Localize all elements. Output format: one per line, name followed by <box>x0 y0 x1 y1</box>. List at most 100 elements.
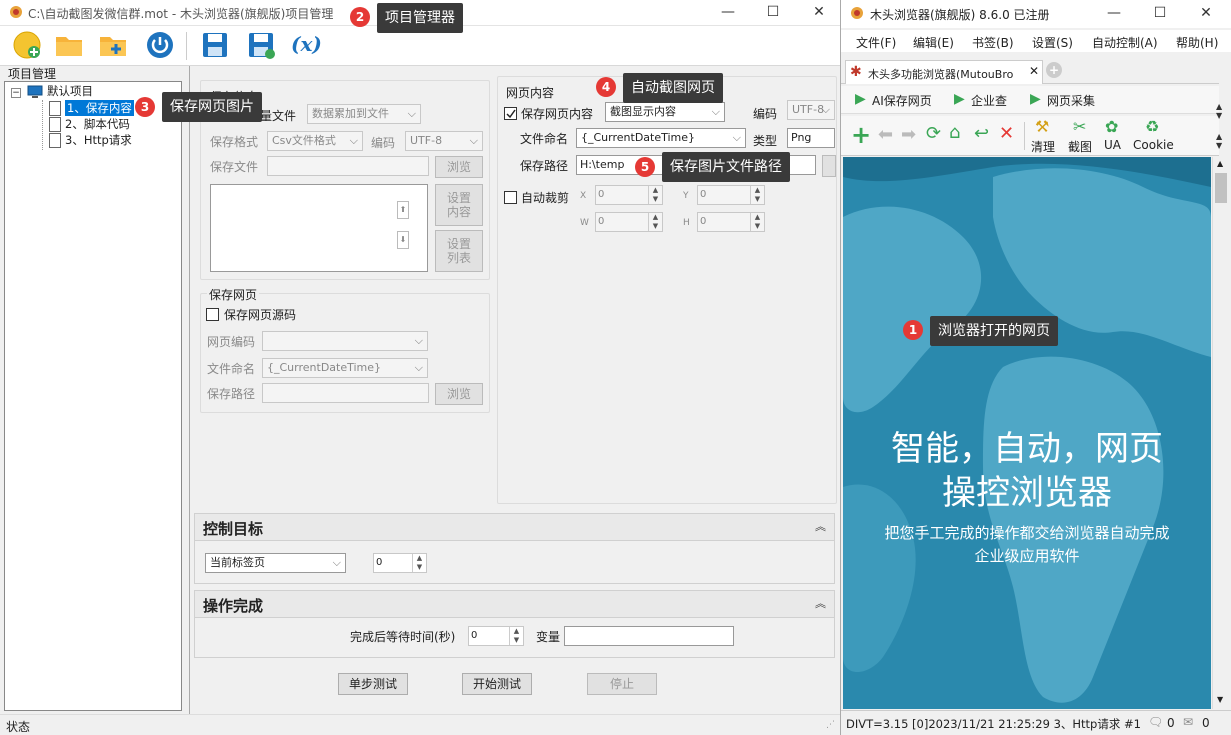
auto-crop-checkbox[interactable] <box>504 191 517 204</box>
scissors-icon[interactable]: ✂ <box>1073 117 1086 136</box>
browse-button[interactable]: 浏览 <box>435 156 483 178</box>
save-icon[interactable] <box>200 30 230 60</box>
set-content-button[interactable]: 设置内容 <box>435 184 483 226</box>
new-project-icon[interactable] <box>12 30 42 60</box>
save-as-icon[interactable] <box>246 30 276 60</box>
bar-scroll-icon[interactable]: ▲ ▼ <box>1216 102 1222 120</box>
new-tab-icon[interactable]: + <box>1046 62 1062 78</box>
operation-done-header[interactable]: 操作完成 ︽ <box>194 590 835 618</box>
tree-root[interactable]: 默认项目 <box>47 83 93 99</box>
set-columns-button[interactable]: 设置列表 <box>435 230 483 272</box>
scroll-thumb[interactable] <box>1215 173 1227 203</box>
resize-grip-icon[interactable]: ⋰ <box>826 720 835 730</box>
wait-time-input[interactable]: 0 ▲ ▼ <box>468 626 524 646</box>
format-select[interactable]: Csv文件格式 <box>267 131 363 151</box>
web-encoding-select[interactable]: UTF-8 <box>787 100 835 120</box>
ua-icon[interactable]: ✿ <box>1105 117 1118 136</box>
menu-settings[interactable]: 设置(S) <box>1032 34 1073 51</box>
encoding-select[interactable]: UTF-8 <box>405 131 483 151</box>
stop-button[interactable]: 停止 <box>587 673 657 695</box>
browser-tab[interactable]: ✱ 木头多功能浏览器(MutouBro ✕ <box>845 60 1043 84</box>
spin-arrows-icon[interactable]: ▲ ▼ <box>509 627 523 645</box>
tab-close-icon[interactable]: ✕ <box>1029 64 1039 78</box>
web-content-legend: 网页内容 <box>504 84 557 101</box>
maximize-button[interactable]: ☐ <box>758 2 788 22</box>
minimize-button[interactable]: — <box>713 2 743 22</box>
menu-file[interactable]: 文件(F) <box>856 34 896 51</box>
project-tree[interactable]: − 默认项目 1、保存内容 2、脚本代码 3、Http请求 <box>4 81 182 711</box>
scroll-down-arrow-icon[interactable]: ▼ <box>1217 695 1223 704</box>
bookmark-scrape[interactable]: 网页采集 <box>1047 92 1095 109</box>
comment-icon[interactable]: 🗨 <box>1148 715 1163 729</box>
ua-label[interactable]: UA <box>1104 138 1121 152</box>
page-encoding-select[interactable] <box>262 331 428 351</box>
type-input[interactable]: Png <box>787 128 835 148</box>
browser-close-button[interactable]: ✕ <box>1191 3 1221 23</box>
control-target-header[interactable]: 控制目标 ︽ <box>194 513 835 541</box>
close-button[interactable]: ✕ <box>804 2 834 22</box>
save-file-input[interactable] <box>267 156 429 176</box>
scroll-down-icon[interactable]: ⬇ <box>397 231 409 249</box>
recycle-icon[interactable]: ♻ <box>1145 117 1159 136</box>
spin-arrows-icon[interactable]: ▲ ▼ <box>412 554 426 572</box>
crop-h-input[interactable]: 0 ▲ ▼ <box>697 212 765 232</box>
spin-arrows-icon[interactable]: ▲ ▼ <box>750 186 764 204</box>
broom-icon[interactable]: ⚒ <box>1035 117 1049 136</box>
content-textarea[interactable]: ⬆ ⬇ <box>210 184 428 272</box>
menu-edit[interactable]: 编辑(E) <box>913 34 954 51</box>
scroll-up-icon[interactable]: ⬆ <box>397 201 409 219</box>
mail-icon[interactable]: ✉ <box>1183 715 1193 729</box>
crop-x-input[interactable]: 0 ▲ ▼ <box>595 185 663 205</box>
save-source-checkbox[interactable] <box>206 308 219 321</box>
cookie-label[interactable]: Cookie <box>1133 138 1174 152</box>
open-folder-icon[interactable] <box>54 30 84 60</box>
bookmark-ai-save[interactable]: AI保存网页 <box>872 92 932 109</box>
save-web-content-checkbox[interactable] <box>504 107 517 120</box>
variable-icon[interactable]: (x) <box>291 32 322 56</box>
stop-icon[interactable]: ✕ <box>999 123 1014 144</box>
collapse-icon[interactable]: ︽ <box>815 595 826 611</box>
variable-input[interactable] <box>564 626 734 646</box>
save-mode-select[interactable]: 数据累加到文件 <box>307 104 421 124</box>
menu-help[interactable]: 帮助(H) <box>1176 34 1218 51</box>
web-scrollbar[interactable]: ▲ ▼ <box>1212 157 1229 709</box>
menu-bookmarks[interactable]: 书签(B) <box>972 34 1014 51</box>
spin-arrows-icon[interactable]: ▲ ▼ <box>648 213 662 231</box>
web-naming-select[interactable]: {_CurrentDateTime} <box>576 128 746 148</box>
tree-item-label[interactable]: 3、Http请求 <box>65 132 132 148</box>
refresh-icon[interactable]: ⟳ <box>926 123 941 144</box>
crop-y-input[interactable]: 0 ▲ ▼ <box>697 185 765 205</box>
scroll-up-arrow-icon[interactable]: ▲ <box>1217 159 1223 168</box>
browser-minimize-button[interactable]: — <box>1099 3 1129 23</box>
crop-w-input[interactable]: 0 ▲ ▼ <box>595 212 663 232</box>
web-path-browse-button[interactable] <box>822 155 836 177</box>
menu-automation[interactable]: 自动控制(A) <box>1092 34 1158 51</box>
screenshot-label[interactable]: 截图 <box>1068 138 1092 155</box>
spin-arrows-icon[interactable]: ▲ ▼ <box>648 186 662 204</box>
tree-item-label[interactable]: 2、脚本代码 <box>65 116 130 132</box>
back-icon[interactable]: ⬅ <box>878 124 893 145</box>
power-icon[interactable] <box>145 30 175 60</box>
clean-label[interactable]: 清理 <box>1031 138 1055 155</box>
page-path-input[interactable] <box>262 383 429 403</box>
tree-expander[interactable]: − <box>11 88 21 98</box>
target-select[interactable]: 当前标签页 <box>205 553 346 573</box>
capture-mode-select[interactable]: 截图显示内容 <box>605 102 725 122</box>
bookmark-company[interactable]: 企业查 <box>971 92 1007 109</box>
web-page-view[interactable]: 智能，自动，网页 操控浏览器 把您手工完成的操作都交给浏览器自动完成 企业级应用… <box>843 157 1211 709</box>
page-browse-button[interactable]: 浏览 <box>435 383 483 405</box>
start-test-button[interactable]: 开始测试 <box>462 673 532 695</box>
forward-icon[interactable]: ➡ <box>901 124 916 145</box>
home-icon[interactable]: ⌂ <box>949 122 960 143</box>
add-folder-icon[interactable] <box>98 30 128 60</box>
step-test-button[interactable]: 单步测试 <box>338 673 408 695</box>
page-naming-select[interactable]: {_CurrentDateTime} <box>262 358 428 378</box>
bar-scroll-icon[interactable]: ▲ ▼ <box>1216 132 1222 150</box>
collapse-icon[interactable]: ︽ <box>815 518 826 534</box>
spin-arrows-icon[interactable]: ▲ ▼ <box>750 213 764 231</box>
tree-item-label[interactable]: 1、保存内容 <box>65 100 134 116</box>
target-index-input[interactable]: 0 ▲ ▼ <box>373 553 427 573</box>
browser-maximize-button[interactable]: ☐ <box>1145 3 1175 23</box>
undo-icon[interactable]: ↩ <box>974 123 989 144</box>
add-icon[interactable]: + <box>851 121 871 149</box>
